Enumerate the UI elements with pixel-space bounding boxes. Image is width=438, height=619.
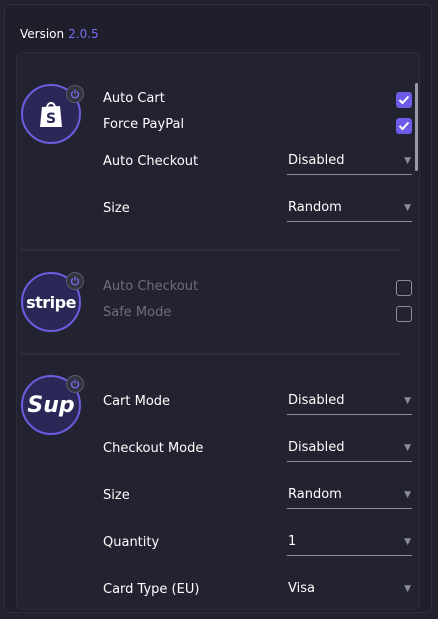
- supreme-size-select[interactable]: Random ▼: [287, 483, 412, 509]
- dropdown-arrow-icon: ▼: [404, 584, 411, 594]
- checkout-mode-label: Checkout Mode: [103, 441, 204, 456]
- cart-mode-select[interactable]: Disabled ▼: [287, 389, 412, 415]
- select-value: Random: [288, 487, 342, 502]
- shopify-auto-checkout-select[interactable]: Disabled ▼: [287, 149, 412, 175]
- dropdown-arrow-icon: ▼: [404, 156, 411, 166]
- power-icon: [70, 276, 80, 286]
- shopify-bag-icon: S: [40, 102, 62, 127]
- card-type-label: Card Type (EU): [103, 582, 200, 597]
- svg-text:S: S: [46, 111, 56, 127]
- shopify-size-label: Size: [103, 201, 130, 216]
- modules-card: S Auto Cart Force PayPal Auto Checkout D…: [16, 52, 420, 610]
- settings-panel: Version 2.0.5 S Auto Cart Force PayPal A…: [4, 4, 432, 613]
- select-value: Disabled: [288, 440, 345, 455]
- dropdown-arrow-icon: ▼: [404, 537, 411, 547]
- shopify-auto-checkout-label: Auto Checkout: [103, 154, 199, 169]
- power-icon: [70, 89, 80, 99]
- cart-mode-label: Cart Mode: [103, 394, 171, 409]
- dropdown-arrow-icon: ▼: [404, 443, 411, 453]
- checkout-mode-select[interactable]: Disabled ▼: [287, 436, 412, 462]
- select-value: Random: [288, 200, 342, 215]
- section-divider: [21, 249, 401, 251]
- version-number: 2.0.5: [68, 27, 99, 41]
- stripe-auto-checkout-checkbox[interactable]: [396, 280, 412, 296]
- check-icon: [398, 95, 410, 105]
- quantity-label: Quantity: [103, 535, 160, 550]
- select-value: 1: [288, 534, 297, 549]
- dropdown-arrow-icon: ▼: [404, 396, 411, 406]
- safe-mode-label: Safe Mode: [103, 305, 172, 320]
- auto-cart-checkbox[interactable]: [396, 92, 412, 108]
- scrollbar[interactable]: [415, 83, 418, 171]
- force-paypal-checkbox[interactable]: [396, 118, 412, 134]
- select-value: Disabled: [288, 393, 345, 408]
- check-icon: [398, 121, 410, 131]
- card-type-select[interactable]: Visa ▼: [287, 577, 412, 603]
- stripe-power-button[interactable]: [66, 272, 84, 290]
- shopify-power-button[interactable]: [66, 85, 84, 103]
- quantity-select[interactable]: 1 ▼: [287, 530, 412, 556]
- dropdown-arrow-icon: ▼: [404, 490, 411, 500]
- supreme-size-label: Size: [103, 488, 130, 503]
- safe-mode-checkbox[interactable]: [396, 306, 412, 322]
- supreme-logo-text: Sup: [27, 392, 75, 418]
- stripe-auto-checkout-label: Auto Checkout: [103, 279, 199, 294]
- dropdown-arrow-icon: ▼: [404, 203, 411, 213]
- select-value: Disabled: [288, 153, 345, 168]
- shopify-size-select[interactable]: Random ▼: [287, 196, 412, 222]
- section-divider: [21, 353, 401, 355]
- select-value: Visa: [288, 581, 315, 596]
- stripe-logo-text: stripe: [26, 292, 76, 312]
- auto-cart-label: Auto Cart: [103, 91, 165, 106]
- version-label: Version: [20, 27, 65, 41]
- power-icon: [70, 379, 80, 389]
- supreme-power-button[interactable]: [66, 375, 84, 393]
- version-text: Version 2.0.5: [20, 27, 99, 41]
- force-paypal-label: Force PayPal: [103, 117, 185, 132]
